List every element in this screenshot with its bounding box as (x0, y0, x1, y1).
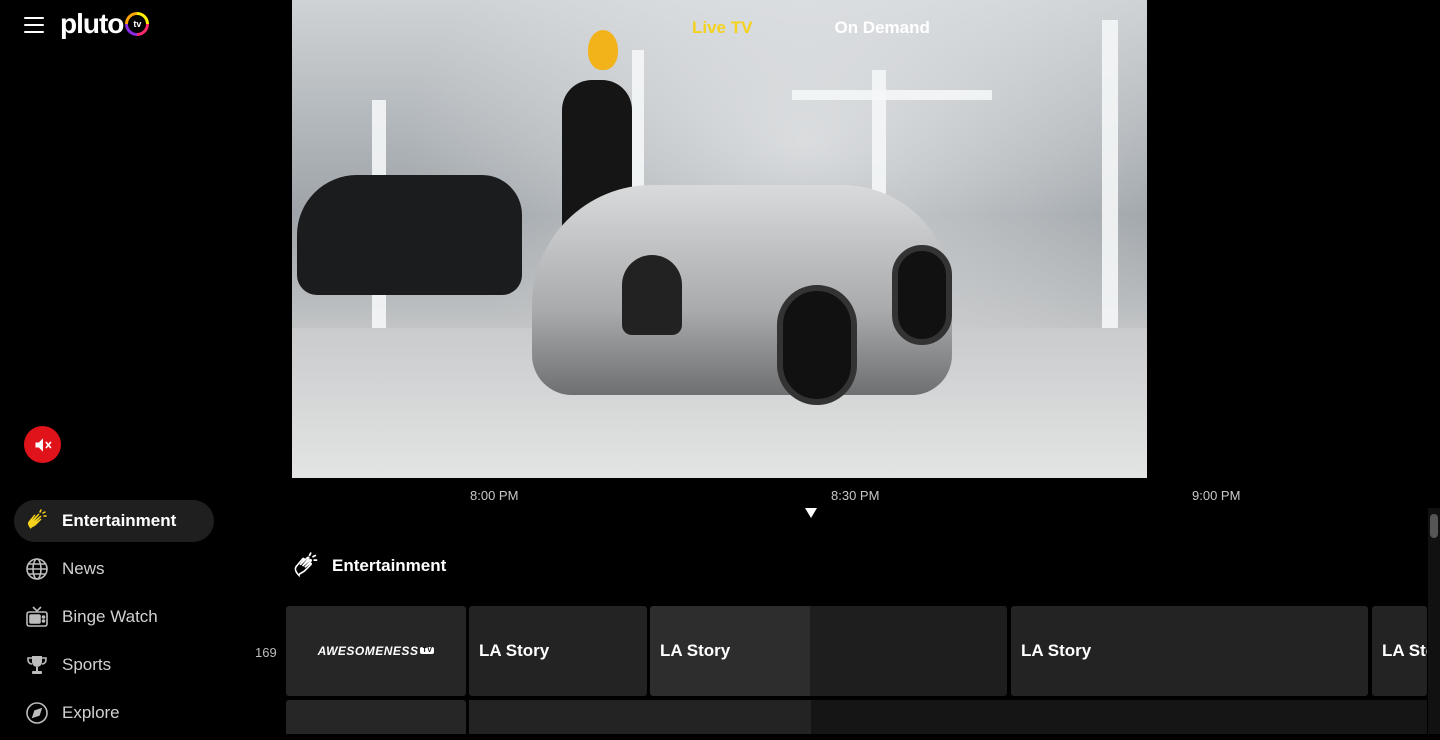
category-news[interactable]: News (14, 548, 214, 590)
time-slot: 9:00 PM (1192, 488, 1241, 503)
tv-icon (24, 604, 50, 630)
logo-tv-badge-icon: tv (125, 12, 150, 36)
category-label: Entertainment (62, 511, 177, 530)
category-explore[interactable]: Explore (14, 692, 214, 734)
category-sports[interactable]: Sports (14, 644, 214, 686)
channel-logo[interactable] (286, 700, 466, 734)
guide-section-header: Entertainment (292, 552, 446, 580)
category-label: Sports (62, 655, 112, 674)
globe-icon (24, 556, 50, 582)
program-tile[interactable]: LA Story (1372, 606, 1427, 696)
program-tile[interactable]: LA Story (650, 606, 1007, 696)
program-tile[interactable]: LA Story (1011, 606, 1368, 696)
category-entertainment[interactable]: Entertainment (14, 500, 214, 542)
current-time-marker-icon (805, 508, 817, 518)
program-row[interactable] (469, 700, 1427, 734)
channel-logo[interactable]: AWESOMENESS TV (286, 606, 466, 696)
guide-timeline: 8:00 PM 8:30 PM 9:00 PM (292, 488, 1427, 508)
top-nav: Live TV On Demand (692, 18, 930, 38)
channel-number: 169 (255, 645, 277, 660)
pluto-tv-logo[interactable]: pluto tv (60, 8, 150, 40)
category-list: Entertainment News Binge Watch Sports Ex… (14, 500, 214, 740)
time-slot: 8:00 PM (470, 488, 519, 503)
category-label: Explore (62, 703, 120, 722)
tab-live-tv[interactable]: Live TV (692, 18, 752, 38)
channel-brand: AWESOMENESS TV (317, 644, 435, 658)
section-title: Entertainment (332, 556, 447, 575)
scroll-thumb[interactable] (1430, 514, 1438, 538)
menu-icon[interactable] (24, 17, 44, 33)
compass-icon (24, 700, 50, 726)
tab-on-demand[interactable]: On Demand (834, 18, 929, 38)
mute-button[interactable] (24, 426, 61, 463)
category-label: Binge Watch (62, 607, 158, 626)
time-slot: 8:30 PM (831, 488, 880, 503)
speaker-muted-icon (35, 437, 51, 452)
guide-scrollbar[interactable] (1428, 508, 1440, 734)
program-tile[interactable]: LA Story (469, 606, 647, 696)
category-label: News (62, 559, 105, 578)
video-player[interactable] (292, 0, 1147, 478)
trophy-icon (24, 652, 50, 678)
clapping-hands-icon (294, 552, 318, 578)
logo-wordmark: pluto (60, 8, 124, 39)
clapping-hands-icon (24, 508, 50, 534)
category-binge-watch[interactable]: Binge Watch (14, 596, 214, 638)
